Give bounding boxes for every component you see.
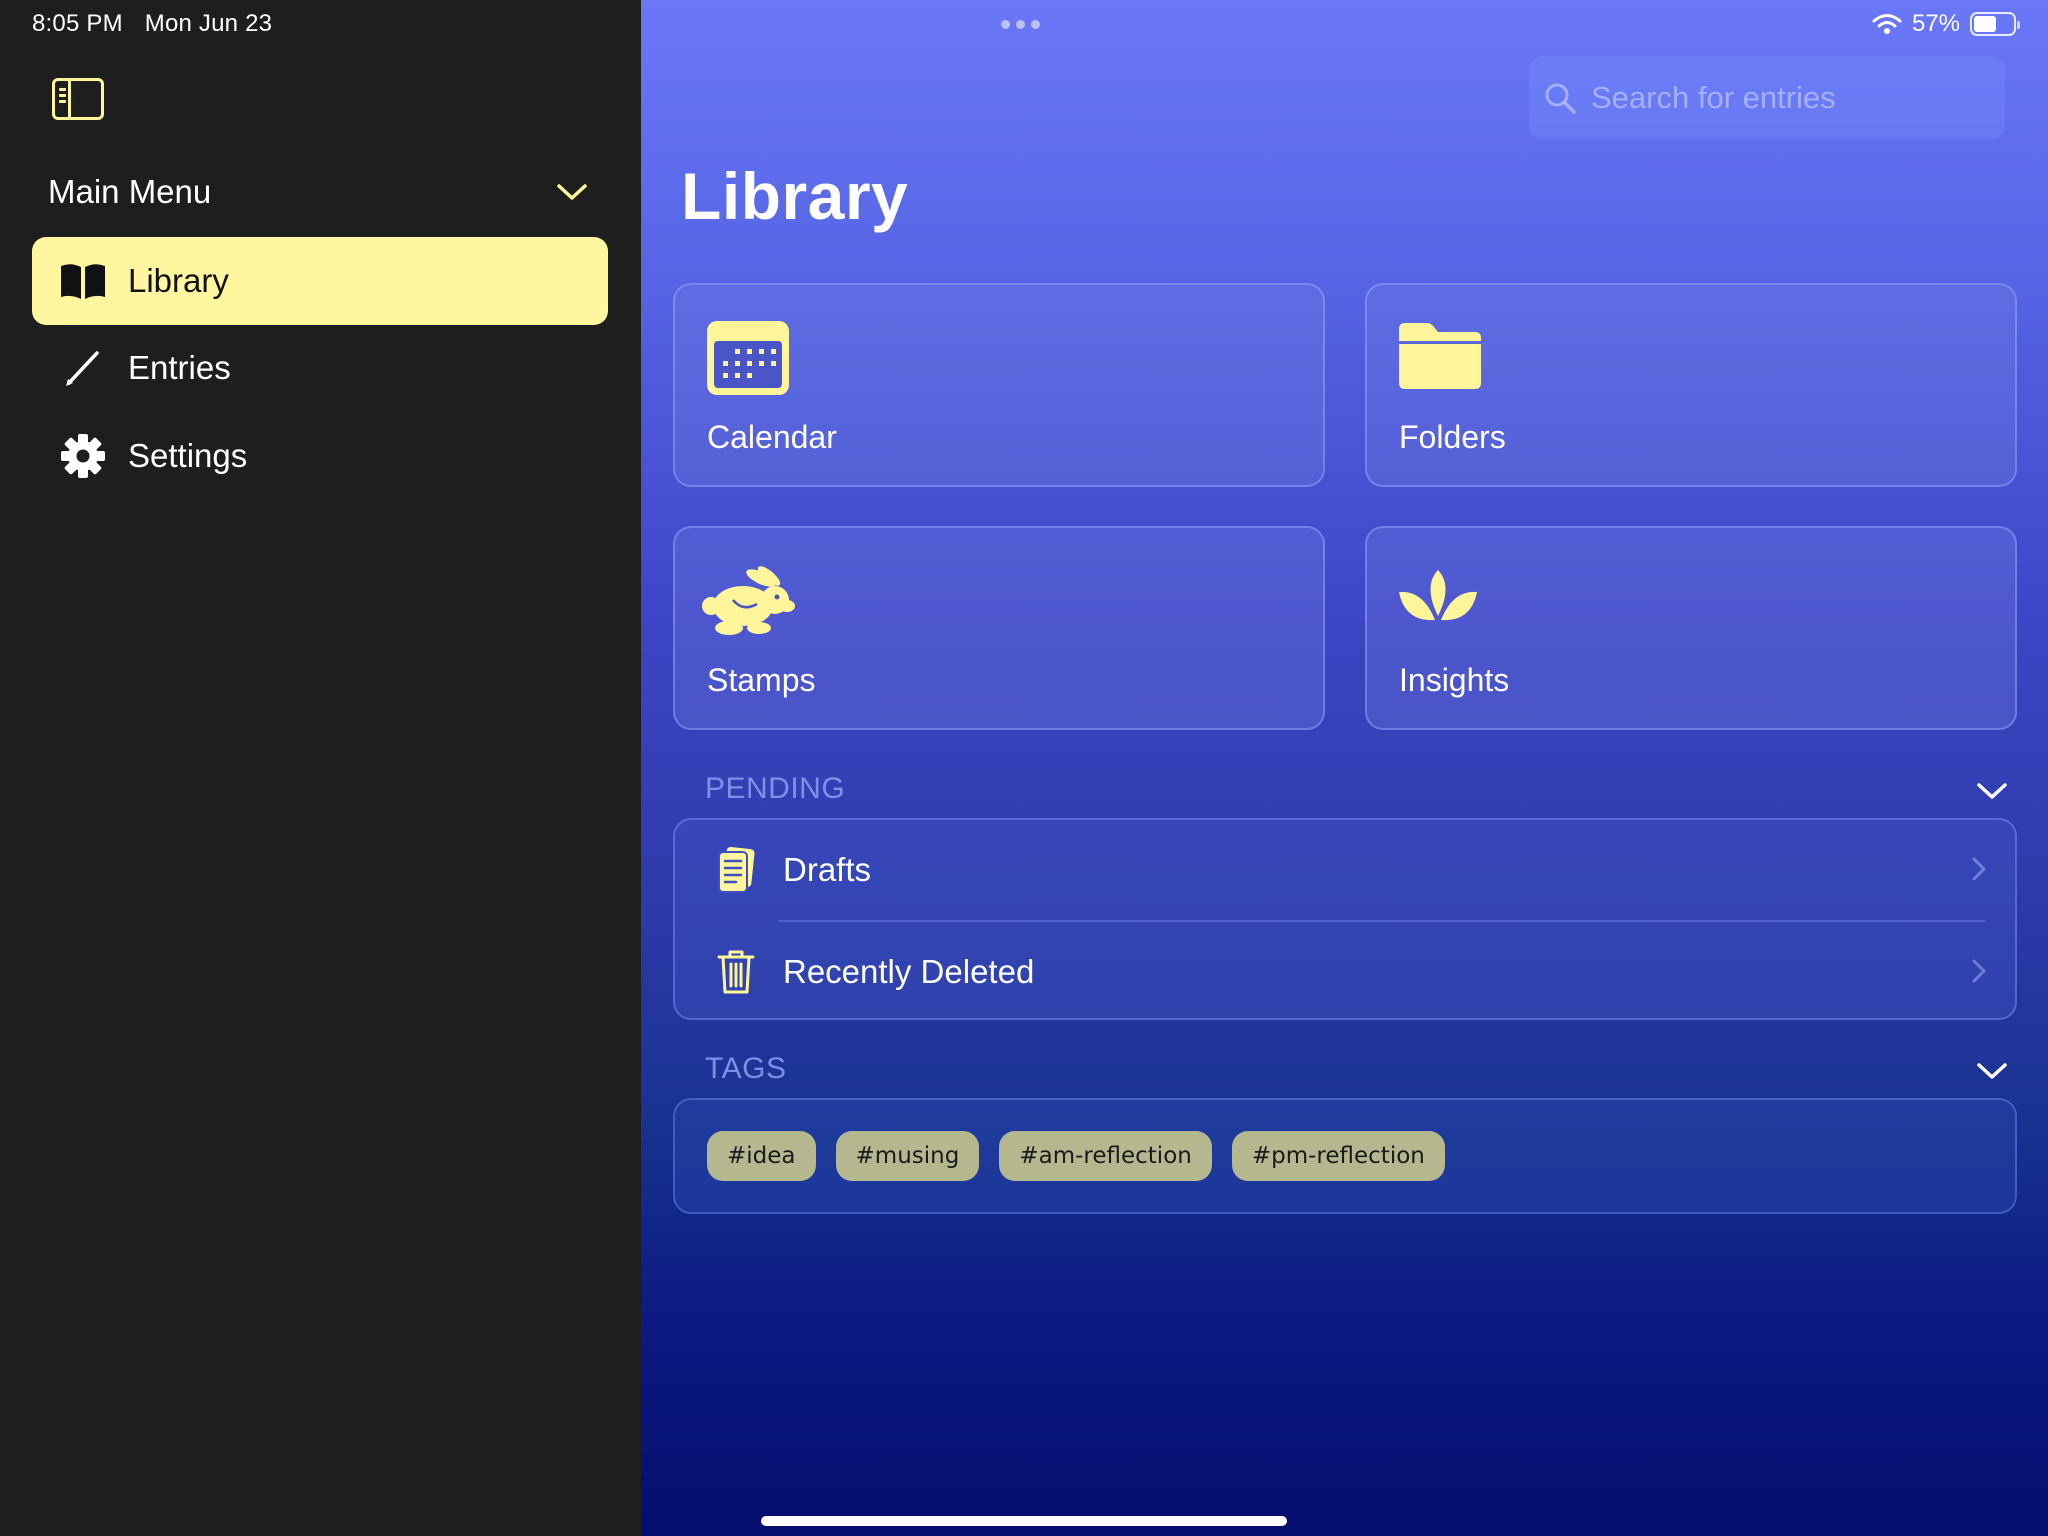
book-icon — [61, 264, 105, 299]
sidebar-item-label: Entries — [128, 349, 231, 386]
sidebar-item-library[interactable]: Library — [32, 237, 608, 325]
pending-list: Drafts Recently Deleted — [673, 818, 2017, 1020]
tile-insights[interactable]: Insights — [1365, 526, 2017, 730]
chevron-down-icon[interactable] — [1976, 780, 2008, 802]
multitasking-handle[interactable] — [1001, 20, 1040, 29]
chevron-down-icon[interactable] — [1976, 1060, 2008, 1082]
pending-section-label: PENDING — [705, 772, 846, 805]
lotus-icon — [1399, 570, 1477, 621]
main-menu-title: Main Menu — [48, 173, 212, 210]
tag-chip[interactable]: #musing — [835, 1131, 980, 1181]
folder-icon — [1399, 323, 1481, 389]
wifi-icon — [1872, 14, 1902, 34]
tag-chip[interactable]: #am-reflection — [999, 1131, 1212, 1181]
main-content: 57% Search for entries Library Calendar … — [641, 0, 2048, 1536]
app-window: 8:05 PM Mon Jun 23 Main Menu Library Ent… — [0, 0, 2048, 1536]
gear-icon — [61, 434, 105, 478]
chevron-right-icon — [1972, 857, 1986, 881]
tag-chip[interactable]: #idea — [707, 1131, 816, 1181]
main-menu-header[interactable]: Main Menu — [48, 170, 588, 214]
sidebar: 8:05 PM Mon Jun 23 Main Menu Library Ent… — [0, 0, 641, 1536]
chevron-right-icon — [1972, 959, 1986, 983]
search-input[interactable]: Search for entries — [1529, 56, 2005, 140]
tag-chip[interactable]: #pm-reflection — [1231, 1131, 1445, 1181]
list-item-label: Recently Deleted — [783, 953, 1035, 990]
tile-stamps[interactable]: Stamps — [673, 526, 1325, 730]
tile-calendar[interactable]: Calendar — [673, 283, 1325, 487]
status-bar-left: 8:05 PM Mon Jun 23 — [32, 10, 272, 38]
sidebar-item-label: Settings — [128, 437, 248, 474]
search-icon — [1545, 83, 1576, 114]
tile-label: Folders — [1399, 419, 1506, 455]
search-placeholder: Search for entries — [1591, 80, 1836, 115]
list-item-recently-deleted[interactable]: Recently Deleted — [675, 922, 2015, 1022]
list-item-label: Drafts — [783, 851, 872, 888]
battery-icon — [1970, 12, 2020, 36]
pencil-icon — [66, 351, 99, 386]
calendar-icon — [707, 321, 789, 395]
tags-section-label: TAGS — [705, 1052, 787, 1085]
status-date: Mon Jun 23 — [144, 10, 273, 37]
tile-label: Stamps — [707, 662, 816, 698]
sidebar-toggle-icon[interactable] — [52, 78, 104, 120]
tile-folders[interactable]: Folders — [1365, 283, 2017, 487]
sidebar-item-label: Library — [128, 262, 229, 299]
page-title: Library — [681, 159, 909, 233]
tags-list: #idea #musing #am-reflection #pm-reflect… — [673, 1098, 2017, 1214]
chevron-down-icon — [557, 184, 587, 200]
list-item-drafts[interactable]: Drafts — [675, 820, 2015, 920]
sidebar-item-entries[interactable]: Entries — [32, 324, 608, 412]
tile-label: Calendar — [707, 419, 837, 455]
document-icon — [718, 847, 755, 893]
battery-percent: 57% — [1911, 10, 1960, 37]
status-bar-right: 57% — [1872, 10, 2020, 38]
home-indicator[interactable] — [761, 1516, 1287, 1526]
trash-icon — [717, 950, 755, 994]
tile-label: Insights — [1399, 662, 1510, 698]
rabbit-icon — [702, 566, 795, 635]
sidebar-item-settings[interactable]: Settings — [32, 412, 608, 500]
status-time: 8:05 PM — [32, 10, 123, 37]
